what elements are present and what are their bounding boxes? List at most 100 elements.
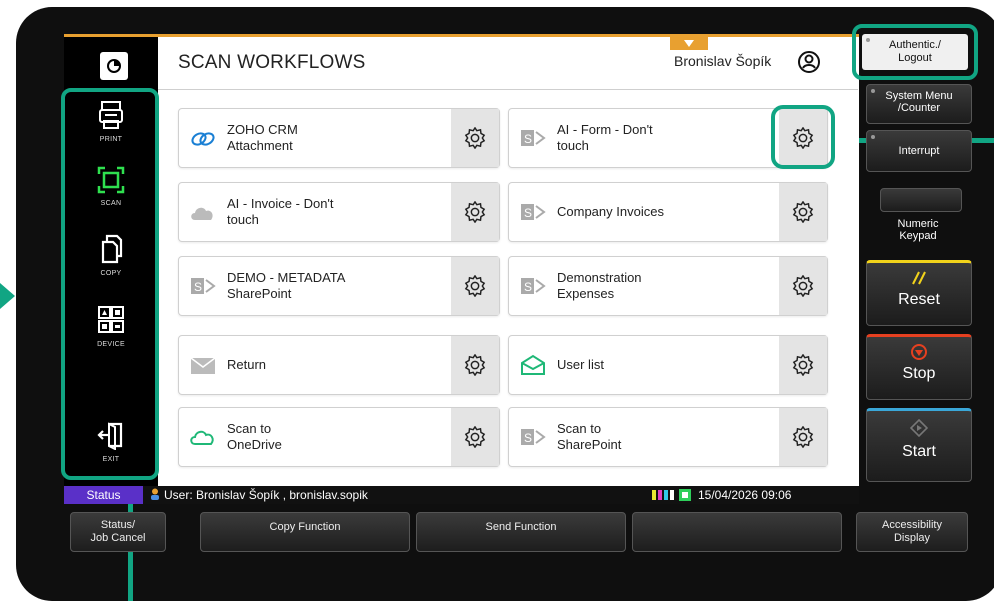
datetime: 15/04/2026 09:06 (698, 488, 792, 502)
cloud-icon (191, 207, 213, 220)
button-label: Accessibility (882, 519, 942, 531)
toner-icon (651, 489, 675, 504)
workflow-settings-button[interactable] (779, 257, 827, 315)
workflow-label: Return (227, 357, 267, 372)
reset-button[interactable]: Reset (866, 260, 972, 326)
workflow-label: Demonstration (557, 270, 642, 285)
gear-highlight (771, 105, 835, 169)
user-icon[interactable] (797, 50, 821, 74)
gear-icon (464, 127, 486, 149)
auth-highlight (852, 24, 978, 80)
gear-icon (464, 426, 486, 448)
sharepoint-icon: S (521, 278, 546, 294)
workflow-label: Attachment (227, 138, 293, 153)
button-label: Stop (902, 365, 936, 382)
workflow-card-demo-metadata[interactable]: S DEMO - METADATA SharePoint (178, 256, 500, 316)
button-label: Numeric (897, 218, 939, 230)
interrupt-button[interactable]: Interrupt (866, 130, 972, 172)
sidebar-highlight (61, 88, 159, 480)
reset-icon (912, 271, 926, 285)
zoho-icon (191, 132, 215, 146)
button-label: System Menu (885, 90, 953, 102)
workflow-card-demonstration-expenses[interactable]: S Demonstration Expenses (508, 256, 828, 316)
workflow-label: User list (557, 357, 604, 372)
workflow-label: AI - Form - Don't (557, 122, 653, 137)
workflow-card-user-list[interactable]: User list (508, 335, 828, 395)
send-function-button[interactable]: Send Function (416, 512, 626, 552)
user-tab (670, 37, 708, 50)
button-label: Copy Function (269, 521, 341, 533)
button-label: Reset (898, 291, 940, 308)
svg-text:S: S (524, 206, 532, 220)
workflow-card-return[interactable]: Return (178, 335, 500, 395)
workflow-label: OneDrive (227, 437, 282, 452)
workflow-card-company-invoices[interactable]: S Company Invoices (508, 182, 828, 242)
sharepoint-icon: S (521, 204, 546, 220)
system-menu-counter-button[interactable]: System Menu /Counter (866, 84, 972, 124)
status-job-cancel-button[interactable]: Status/ Job Cancel (70, 512, 166, 552)
gear-icon (464, 275, 486, 297)
button-label: Job Cancel (90, 532, 146, 544)
start-button[interactable]: Start (866, 408, 972, 482)
workflow-settings-button[interactable] (451, 336, 499, 394)
status-user-text: User: Bronislav Šopík , bronislav.sopik (164, 488, 368, 502)
button-label: Status/ (100, 519, 136, 531)
workflow-label: Expenses (557, 286, 615, 301)
blank-function-button[interactable] (632, 512, 842, 552)
workflow-label: touch (557, 138, 589, 153)
gear-icon (792, 275, 814, 297)
workflow-settings-button[interactable] (779, 183, 827, 241)
stop-button[interactable]: Stop (866, 334, 972, 400)
home-logo-icon[interactable] (100, 52, 128, 80)
button-label: Display (893, 532, 931, 544)
workflow-label: SharePoint (227, 286, 292, 301)
svg-text:S: S (194, 280, 202, 294)
button-label: Send Function (485, 521, 557, 533)
network-icon (679, 489, 691, 504)
status-badge[interactable]: Status (64, 486, 143, 504)
user-name: Bronislav Šopík (674, 53, 772, 69)
gear-icon (792, 426, 814, 448)
envelope-open-icon (521, 354, 545, 375)
user-icon-small (150, 488, 160, 503)
workflow-label: ZOHO CRM (227, 122, 298, 137)
button-label: Start (902, 443, 936, 460)
workflow-card-ai-invoice[interactable]: AI - Invoice - Don't touch (178, 182, 500, 242)
accessibility-display-button[interactable]: Accessibility Display (856, 512, 968, 552)
onedrive-icon (190, 430, 214, 445)
workflow-label: Scan to (557, 421, 602, 436)
workflow-label: Scan to (227, 421, 272, 436)
workflow-card-scan-to-sharepoint[interactable]: S Scan to SharePoint (508, 407, 828, 467)
numeric-keypad-label: Numeric Keypad (866, 218, 970, 242)
svg-text:S: S (524, 132, 532, 146)
gear-icon (792, 201, 814, 223)
workflow-card-scan-to-onedrive[interactable]: Scan to OneDrive (178, 407, 500, 467)
svg-text:S: S (524, 431, 532, 445)
page-title: SCAN WORKFLOWS (178, 52, 366, 73)
sharepoint-icon: S (191, 278, 216, 294)
numeric-keypad-button[interactable] (880, 188, 962, 212)
workflow-settings-button[interactable] (451, 183, 499, 241)
sharepoint-icon: S (521, 130, 546, 146)
gear-icon (464, 201, 486, 223)
start-icon (910, 419, 928, 437)
svg-text:S: S (524, 280, 532, 294)
workflow-label: Company Invoices (557, 204, 664, 219)
mail-icon (190, 357, 216, 374)
sharepoint-icon: S (521, 429, 546, 445)
workflow-label: touch (227, 212, 259, 227)
workflow-settings-button[interactable] (779, 408, 827, 466)
workflow-settings-button[interactable] (451, 408, 499, 466)
led-indicator (871, 89, 875, 93)
workflow-settings-button[interactable] (451, 109, 499, 167)
workflow-card-zoho-crm[interactable]: ZOHO CRM Attachment (178, 108, 500, 168)
workflow-settings-button[interactable] (451, 257, 499, 315)
button-label: Interrupt (898, 145, 940, 157)
stop-icon (911, 344, 927, 360)
workflow-label: SharePoint (557, 437, 622, 452)
workflow-settings-button[interactable] (779, 336, 827, 394)
status-bar: User: Bronislav Šopík , bronislav.sopik … (64, 486, 859, 504)
workflow-label: DEMO - METADATA (227, 270, 346, 285)
copy-function-button[interactable]: Copy Function (200, 512, 410, 552)
led-indicator (871, 135, 875, 139)
